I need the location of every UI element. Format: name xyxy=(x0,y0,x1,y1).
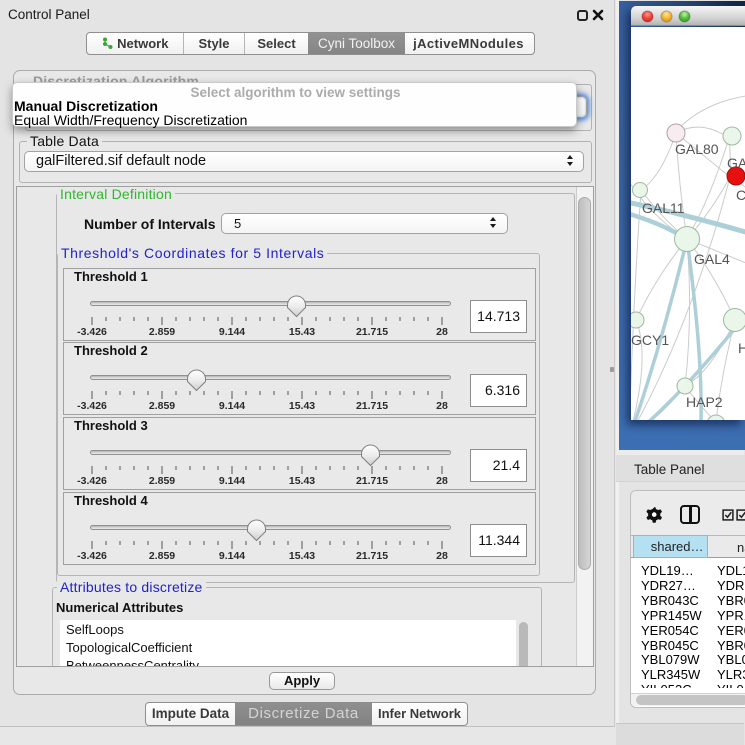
svg-text:GAL4: GAL4 xyxy=(694,251,730,267)
svg-text:HAP2: HAP2 xyxy=(686,394,723,410)
svg-text:GAL80: GAL80 xyxy=(675,141,719,157)
svg-text:GCY1: GCY1 xyxy=(631,332,669,348)
svg-text:GAL11: GAL11 xyxy=(642,200,685,216)
svg-text:H: H xyxy=(738,340,745,356)
svg-text:C: C xyxy=(736,187,745,203)
svg-text:GA: GA xyxy=(727,155,745,171)
